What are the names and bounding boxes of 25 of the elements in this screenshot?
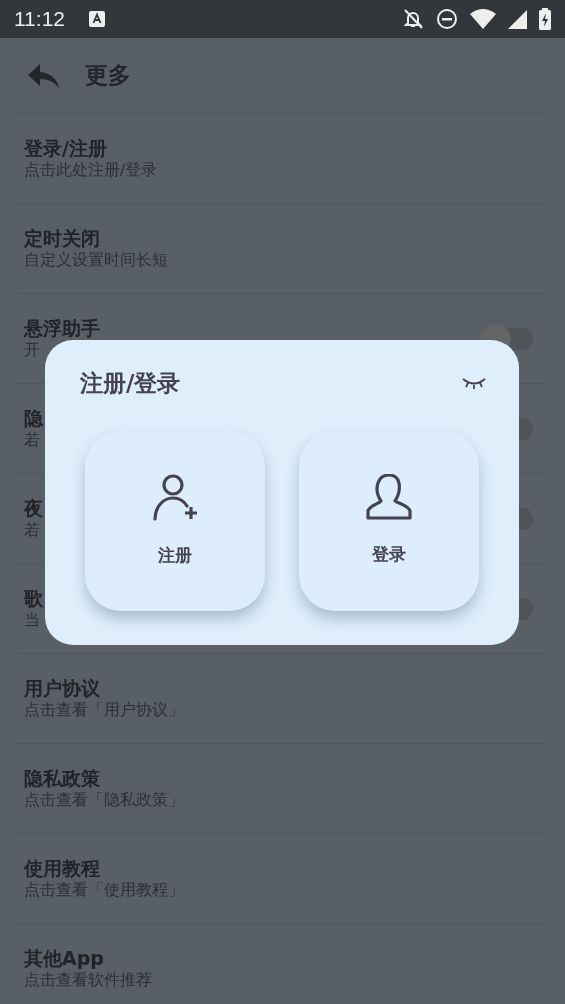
setting-title: 歌 (24, 586, 43, 610)
signal-icon (508, 9, 527, 29)
battery-icon (539, 8, 551, 30)
dialog-title: 注册/登录 (80, 369, 181, 398)
setting-title: 隐 (24, 406, 43, 430)
keyboard-icon (89, 11, 105, 27)
user-icon (365, 473, 413, 520)
setting-title: 用户协议 (24, 676, 101, 700)
register-button[interactable]: 注册 (85, 430, 265, 611)
setting-title: 夜 (24, 496, 43, 520)
add-user-icon (152, 472, 198, 521)
setting-title: 悬浮助手 (24, 316, 100, 340)
status-time: 11:12 (14, 6, 65, 33)
setting-title: 定时关闭 (24, 226, 101, 250)
setting-title: 使用教程 (24, 856, 101, 880)
setting-title: 其他App (24, 947, 105, 970)
setting-title: 登录/注册 (24, 136, 108, 160)
closed-eye-icon[interactable] (461, 376, 487, 390)
wifi-icon (470, 9, 496, 29)
notifications-off-icon (402, 8, 424, 30)
page-title: 更多 (85, 61, 131, 91)
back-icon[interactable] (28, 63, 59, 88)
setting-title: 隐私政策 (24, 766, 101, 790)
do-not-disturb-icon (436, 8, 458, 30)
login-button[interactable]: 登录 (299, 430, 479, 611)
